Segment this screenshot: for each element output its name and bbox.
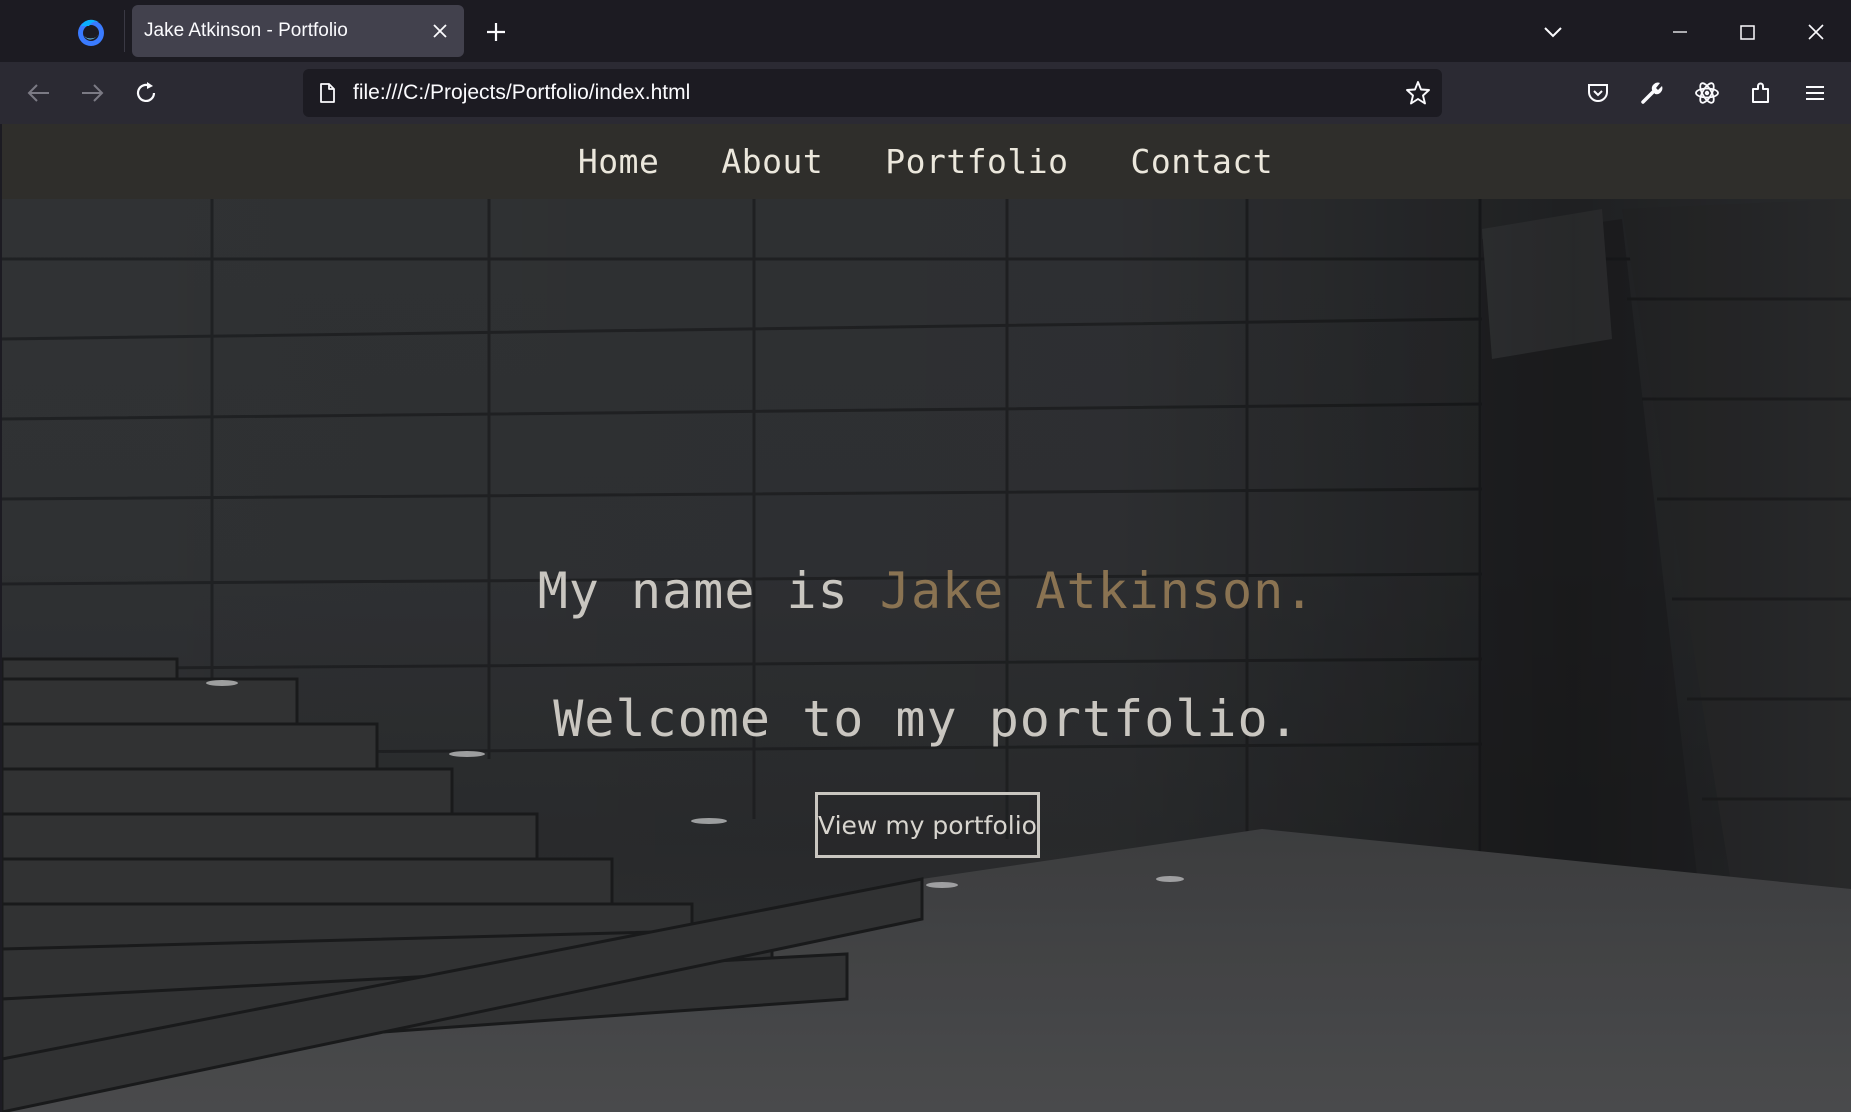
wrench-icon[interactable] xyxy=(1635,76,1669,110)
view-portfolio-button[interactable]: View my portfolio xyxy=(815,792,1040,858)
plus-icon[interactable] xyxy=(480,16,512,48)
tab-separator xyxy=(124,10,125,52)
hero-intro-prefix: My name is xyxy=(537,562,880,620)
tab-title: Jake Atkinson - Portfolio xyxy=(144,20,348,41)
minimize-icon[interactable] xyxy=(1664,16,1696,48)
close-icon[interactable] xyxy=(426,17,454,45)
address-bar[interactable]: file:///C:/Projects/Portfolio/index.html xyxy=(303,69,1442,117)
close-window-icon[interactable] xyxy=(1800,16,1832,48)
reload-icon[interactable] xyxy=(129,76,163,110)
hero-background-image xyxy=(2,199,1851,1112)
active-tab[interactable]: Jake Atkinson - Portfolio xyxy=(132,5,464,57)
firefox-logo-icon[interactable] xyxy=(73,14,109,50)
chevron-down-icon[interactable] xyxy=(1537,16,1569,48)
pocket-icon[interactable] xyxy=(1581,76,1615,110)
url-text[interactable]: file:///C:/Projects/Portfolio/index.html xyxy=(353,69,690,117)
tab-strip: Jake Atkinson - Portfolio xyxy=(0,0,1851,62)
hero-intro-text: My name is Jake Atkinson. xyxy=(2,562,1851,620)
nav-portfolio-link[interactable]: Portfolio xyxy=(885,142,1068,181)
page-viewport: Home About Portfolio Contact My name is … xyxy=(2,124,1851,1112)
star-icon[interactable] xyxy=(1404,79,1432,107)
extensions-icon[interactable] xyxy=(1744,76,1778,110)
maximize-icon[interactable] xyxy=(1731,16,1763,48)
forward-arrow-icon[interactable] xyxy=(75,76,109,110)
nav-contact-link[interactable]: Contact xyxy=(1131,142,1274,181)
back-arrow-icon[interactable] xyxy=(22,76,56,110)
menu-icon[interactable] xyxy=(1798,76,1832,110)
page-icon xyxy=(315,81,339,105)
atom-icon[interactable] xyxy=(1690,76,1724,110)
nav-home-link[interactable]: Home xyxy=(578,142,659,181)
hero-section: My name is Jake Atkinson. Welcome to my … xyxy=(2,199,1851,1112)
site-navigation: Home About Portfolio Contact xyxy=(2,124,1851,199)
hero-welcome-text: Welcome to my portfolio. xyxy=(553,690,1300,748)
hero-name: Jake Atkinson. xyxy=(879,562,1316,620)
nav-about-link[interactable]: About xyxy=(721,142,823,181)
